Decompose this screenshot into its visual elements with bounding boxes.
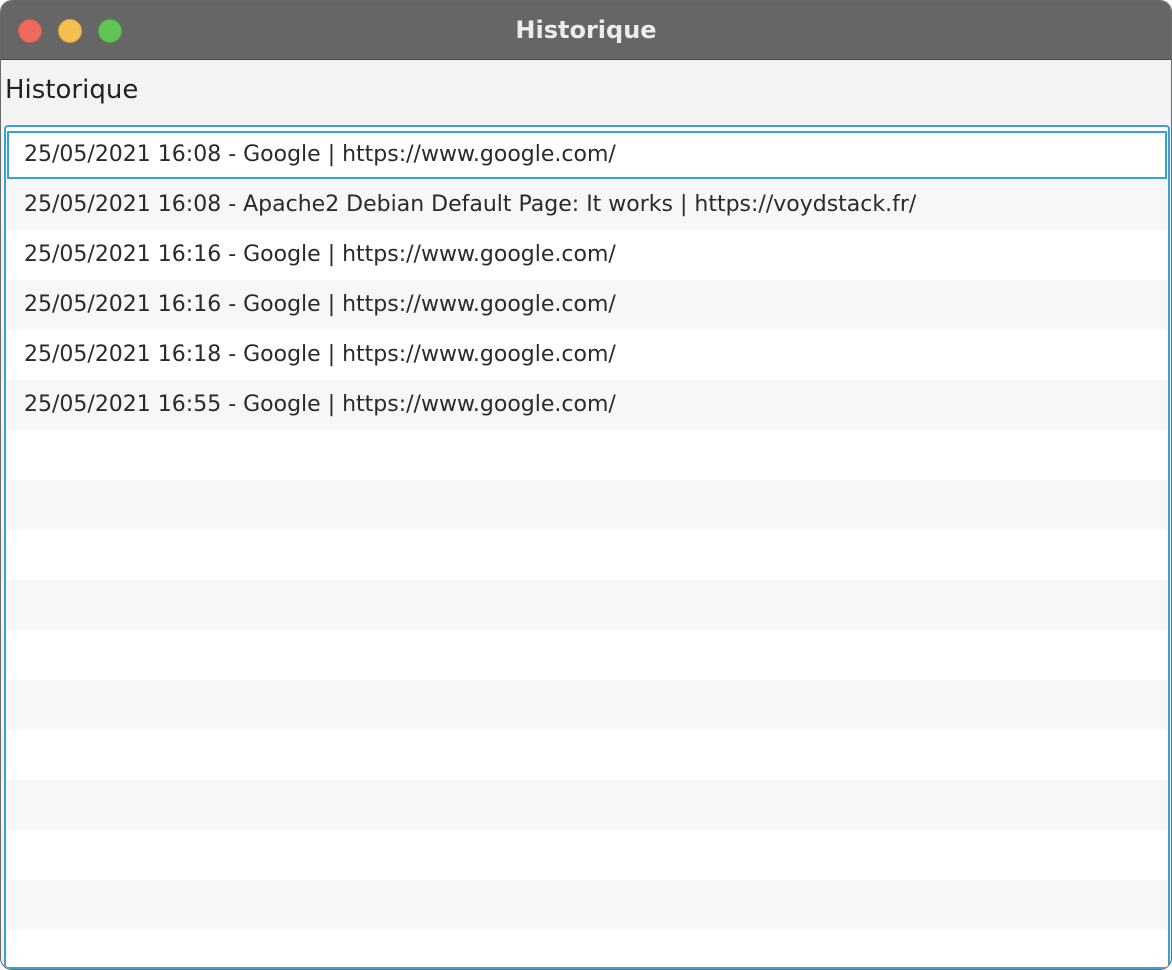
history-item[interactable]: 25/05/2021 16:08 - Apache2 Debian Defaul… [6, 180, 1168, 230]
empty-row [6, 480, 1168, 530]
empty-row [6, 580, 1168, 630]
empty-row [6, 430, 1168, 480]
empty-row [6, 880, 1168, 930]
empty-row [6, 730, 1168, 780]
title-bar[interactable]: Historique [1, 1, 1171, 60]
empty-row [6, 630, 1168, 680]
history-window: Historique Historique 25/05/2021 16:08 -… [0, 0, 1172, 970]
empty-row [6, 830, 1168, 880]
history-list-rows: 25/05/2021 16:08 - Google | https://www.… [6, 130, 1168, 967]
empty-row [6, 530, 1168, 580]
history-item[interactable]: 25/05/2021 16:16 - Google | https://www.… [6, 230, 1168, 280]
empty-row [6, 680, 1168, 730]
history-item[interactable]: 25/05/2021 16:55 - Google | https://www.… [6, 380, 1168, 430]
history-item[interactable]: 25/05/2021 16:08 - Google | https://www.… [6, 130, 1168, 180]
empty-row [6, 930, 1168, 967]
empty-row [6, 780, 1168, 830]
history-item[interactable]: 25/05/2021 16:18 - Google | https://www.… [6, 330, 1168, 380]
history-heading: Historique [5, 75, 139, 105]
history-list[interactable]: 25/05/2021 16:08 - Google | https://www.… [4, 125, 1170, 969]
window-title: Historique [515, 16, 657, 44]
history-item[interactable]: 25/05/2021 16:16 - Google | https://www.… [6, 280, 1168, 330]
